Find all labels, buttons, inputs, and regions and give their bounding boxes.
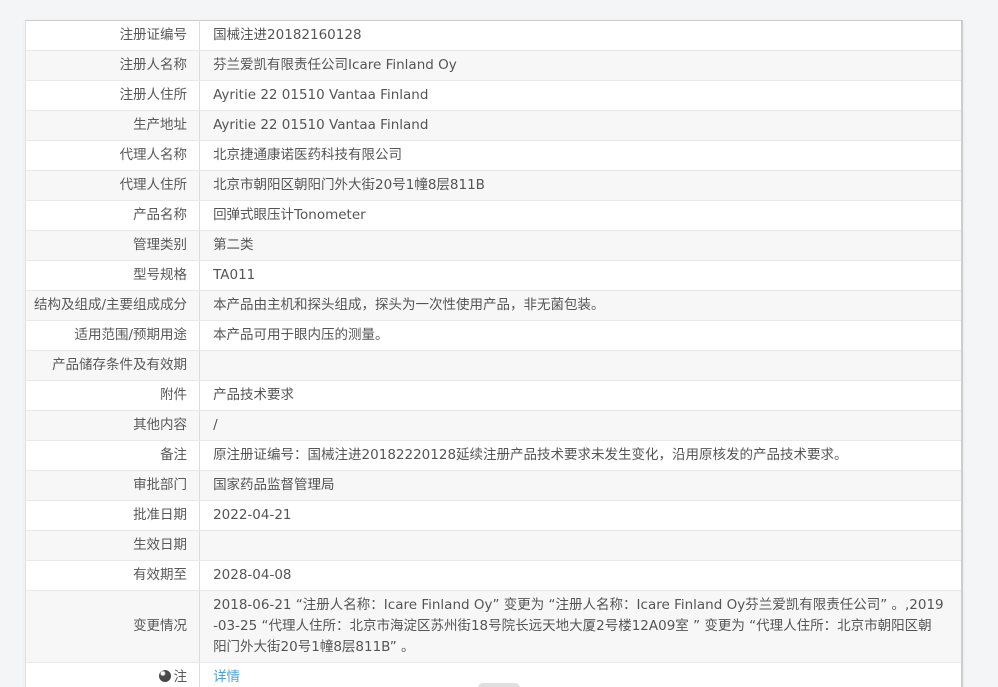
row-value xyxy=(199,530,962,561)
table-row-production-address: 生产地址 Ayritie 22 01510 Vantaa Finland xyxy=(25,110,962,141)
row-label: 代理人名称 xyxy=(25,140,201,171)
row-value: 2018-06-21 “注册人名称：Icare Finland Oy” 变更为 … xyxy=(199,590,962,663)
row-value: 第二类 xyxy=(199,230,962,261)
row-value: 回弹式眼压计Tonometer xyxy=(199,200,962,231)
row-label: 生产地址 xyxy=(25,110,201,141)
table-row-remarks: 备注 原注册证编号：国械注进20182220128延续注册产品技术要求未发生变化… xyxy=(25,440,962,471)
row-value: 国械注进20182160128 xyxy=(199,20,962,51)
table-row-storage-conditions: 产品储存条件及有效期 xyxy=(25,350,962,381)
table-row-agent-name: 代理人名称 北京捷通康诺医药科技有限公司 xyxy=(25,140,962,171)
table-row-management-category: 管理类别 第二类 xyxy=(25,230,962,261)
table-row-product-name: 产品名称 回弹式眼压计Tonometer xyxy=(25,200,962,231)
table-row-model-spec: 型号规格 TA011 xyxy=(25,260,962,291)
registration-detail-page: 注册证编号 国械注进20182160128 注册人名称 芬兰爱凯有限责任公司Ic… xyxy=(0,0,998,687)
row-value: 本产品可用于眼内压的测量。 xyxy=(199,320,962,351)
row-label: 注册证编号 xyxy=(25,20,201,51)
row-value: 2022-04-21 xyxy=(199,500,962,531)
table-row-expiry-date: 有效期至 2028-04-08 xyxy=(25,560,962,591)
table-row-structure-composition: 结构及组成/主要组成成分 本产品由主机和探头组成，探头为一次性使用产品，非无菌包… xyxy=(25,290,962,321)
row-label: 批准日期 xyxy=(25,500,201,531)
row-label: 注册人住所 xyxy=(25,80,201,111)
row-value xyxy=(199,350,962,381)
table-row-scope-of-use: 适用范围/预期用途 本产品可用于眼内压的测量。 xyxy=(25,320,962,351)
registration-info-table: 注册证编号 国械注进20182160128 注册人名称 芬兰爱凯有限责任公司Ic… xyxy=(25,20,963,687)
row-value: 详情 xyxy=(200,663,962,687)
table-row-effective-date: 生效日期 xyxy=(25,530,962,561)
row-label: 管理类别 xyxy=(25,230,201,261)
row-label: 结构及组成/主要组成成分 xyxy=(25,290,201,321)
row-label: 注册人名称 xyxy=(25,50,201,81)
row-label: 审批部门 xyxy=(25,470,201,501)
scroll-pill xyxy=(478,683,520,687)
table-row-attachment: 附件 产品技术要求 xyxy=(25,380,962,411)
row-value: 原注册证编号：国械注进20182220128延续注册产品技术要求未发生变化，沿用… xyxy=(199,440,962,471)
row-value: 芬兰爱凯有限责任公司Icare Finland Oy xyxy=(199,50,962,81)
details-link[interactable]: 详情 xyxy=(213,669,240,685)
table-row-approval-department: 审批部门 国家药品监督管理局 xyxy=(25,470,962,501)
table-row-certificate-number: 注册证编号 国械注进20182160128 xyxy=(25,20,962,51)
row-label: 其他内容 xyxy=(25,410,201,441)
row-label: 备注 xyxy=(25,440,201,471)
bulb-icon xyxy=(158,670,171,682)
row-value: 国家药品监督管理局 xyxy=(199,470,962,501)
row-label: 产品名称 xyxy=(25,200,201,231)
row-label: 代理人住所 xyxy=(25,170,201,201)
row-value: 2028-04-08 xyxy=(199,560,962,591)
table-row-approval-date: 批准日期 2022-04-21 xyxy=(25,500,962,531)
row-value: / xyxy=(199,410,962,441)
row-value: Ayritie 22 01510 Vantaa Finland xyxy=(199,110,962,141)
table-row-agent-address: 代理人住所 北京市朝阳区朝阳门外大街20号1幢8层811B xyxy=(25,170,962,201)
table-row-registrant-address: 注册人住所 Ayritie 22 01510 Vantaa Finland xyxy=(25,80,962,111)
row-label: 型号规格 xyxy=(25,260,201,291)
row-label: 有效期至 xyxy=(25,560,201,591)
table-row-other-content: 其他内容 / xyxy=(25,410,962,441)
row-label: 注 xyxy=(25,662,201,687)
row-value: 产品技术要求 xyxy=(199,380,962,411)
row-label: 产品储存条件及有效期 xyxy=(25,350,201,381)
row-label: 生效日期 xyxy=(25,530,201,561)
note-label: 注 xyxy=(173,669,188,685)
row-value: 本产品由主机和探头组成，探头为一次性使用产品，非无菌包装。 xyxy=(199,290,962,321)
table-row-registrant-name: 注册人名称 芬兰爱凯有限责任公司Icare Finland Oy xyxy=(25,50,962,81)
row-value: 北京捷通康诺医药科技有限公司 xyxy=(199,140,962,171)
row-label: 附件 xyxy=(25,380,201,411)
row-value: TA011 xyxy=(199,260,962,291)
row-label: 变更情况 xyxy=(25,590,201,663)
table-row-change-history: 变更情况 2018-06-21 “注册人名称：Icare Finland Oy”… xyxy=(25,590,962,663)
row-label: 适用范围/预期用途 xyxy=(25,320,201,351)
row-value: 北京市朝阳区朝阳门外大街20号1幢8层811B xyxy=(199,170,962,201)
row-value: Ayritie 22 01510 Vantaa Finland xyxy=(199,80,962,111)
